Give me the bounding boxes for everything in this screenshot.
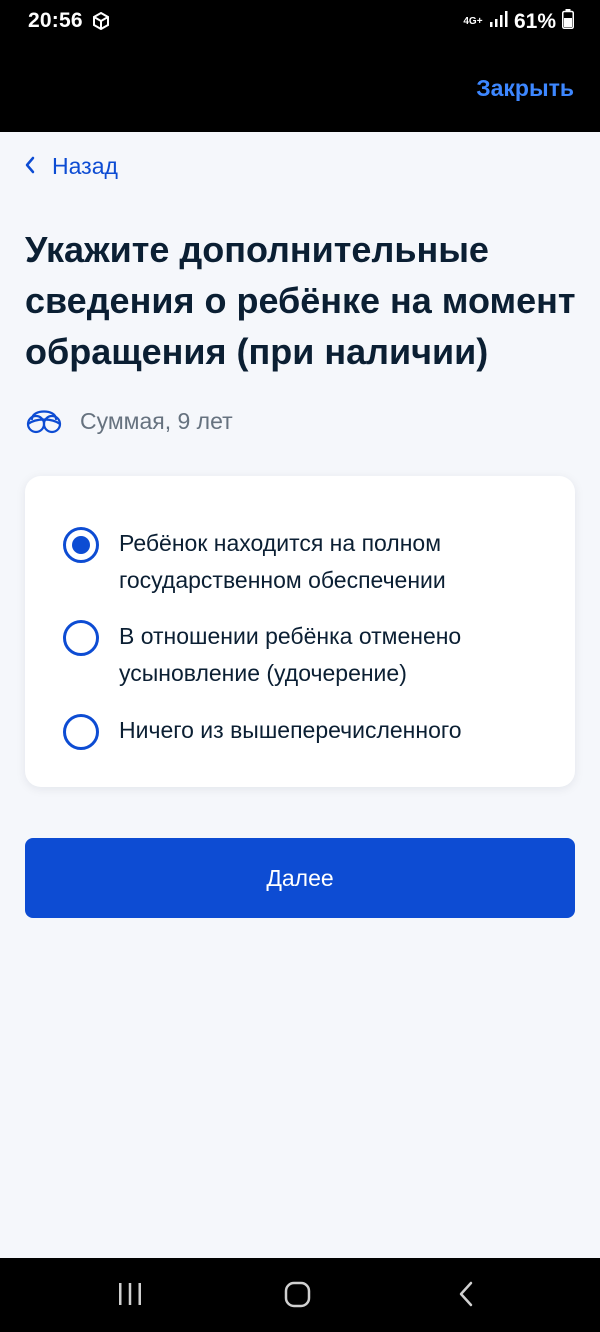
home-icon[interactable]: [284, 1280, 312, 1313]
child-icon: [24, 402, 64, 441]
cube-icon: [92, 11, 110, 35]
top-header: Закрыть: [0, 44, 600, 132]
option-none[interactable]: Ничего из вышеперечисленного: [63, 713, 539, 750]
status-bar: 20:56 4G+ 61%: [0, 0, 600, 44]
close-button[interactable]: Закрыть: [476, 75, 574, 102]
network-type: 4G+: [463, 15, 483, 27]
chevron-left-icon: [24, 153, 36, 180]
back-label: Назад: [52, 153, 118, 179]
child-name: Суммая, 9 лет: [80, 408, 233, 434]
back-button[interactable]: Назад: [24, 153, 118, 180]
battery-icon: [562, 9, 574, 34]
page-title: Укажите дополнительные сведения о ребёнк…: [25, 229, 576, 372]
option-label: Ничего из вышеперечисленного: [119, 717, 462, 743]
status-time: 20:56: [28, 9, 83, 32]
status-indicators: 4G+ 61%: [462, 9, 574, 34]
option-adoption-cancelled[interactable]: В отношении ребёнка отменено усыновление…: [63, 619, 539, 692]
radio-button[interactable]: [63, 620, 99, 656]
radio-button-checked[interactable]: [63, 527, 99, 563]
next-button[interactable]: Далее: [25, 838, 575, 918]
radio-button[interactable]: [63, 714, 99, 750]
signal-icon: [489, 11, 508, 32]
recents-icon[interactable]: [117, 1280, 143, 1313]
option-label: Ребёнок находится на полном государствен…: [119, 530, 446, 593]
options-card: Ребёнок находится на полном государствен…: [25, 476, 575, 787]
battery-percent: 61%: [513, 9, 556, 33]
back-icon[interactable]: [456, 1280, 476, 1313]
option-label: В отношении ребёнка отменено усыновление…: [119, 623, 462, 686]
option-state-support[interactable]: Ребёнок находится на полном государствен…: [63, 526, 539, 599]
system-nav-bar: [0, 1258, 600, 1332]
child-info: Суммая, 9 лет: [24, 402, 233, 441]
